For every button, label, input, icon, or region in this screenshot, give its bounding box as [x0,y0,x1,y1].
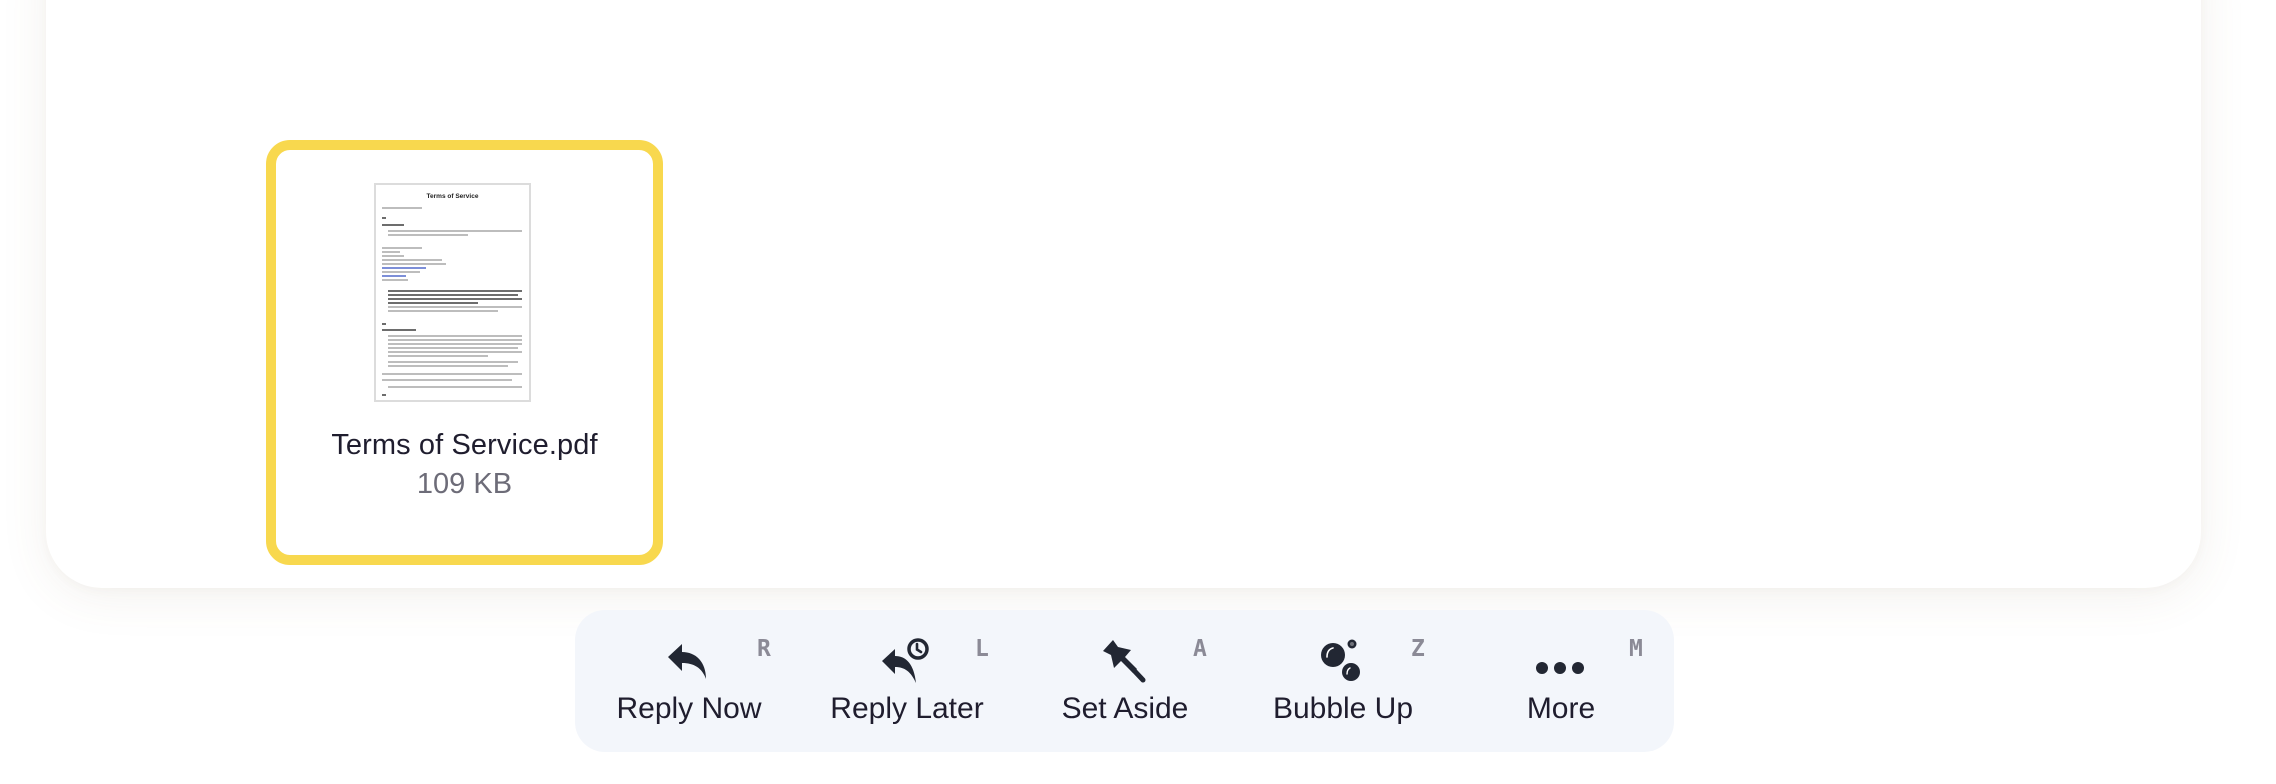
button-label: More [1526,692,1596,725]
bubble-up-button[interactable]: Z Bubble Up [1234,610,1452,752]
reply-now-button[interactable]: R Reply Now [580,610,798,752]
button-label: Reply Later [830,692,984,725]
pdf-thumbnail: Terms of Service [374,183,531,402]
attachment-file-name: Terms of Service.pdf [331,429,598,461]
attachment-file-size: 109 KB [416,468,513,500]
more-button[interactable]: M More [1452,610,1670,752]
bubbles-icon [1315,636,1369,686]
action-toolbar: R Reply Now L Reply Later A Set Aside Z … [575,610,1674,752]
shortcut-key: R [757,636,771,662]
shortcut-key: L [975,636,989,662]
reply-later-button[interactable]: L Reply Later [798,610,1016,752]
thumbnail-title: Terms of Service [426,193,479,200]
button-label: Bubble Up [1272,692,1414,725]
set-aside-button[interactable]: A Set Aside [1016,610,1234,752]
shortcut-key: M [1629,636,1643,662]
button-label: Set Aside [1061,692,1189,725]
pin-icon [1097,636,1151,686]
attachment-tile[interactable]: Terms of Service Terms of Service.pdf 10… [266,140,663,565]
reply-icon [661,636,715,686]
shortcut-key: A [1193,636,1207,662]
more-dots-icon [1533,636,1587,686]
button-label: Reply Now [616,692,762,725]
reply-later-clock-icon [879,636,933,686]
shortcut-key: Z [1411,636,1425,662]
